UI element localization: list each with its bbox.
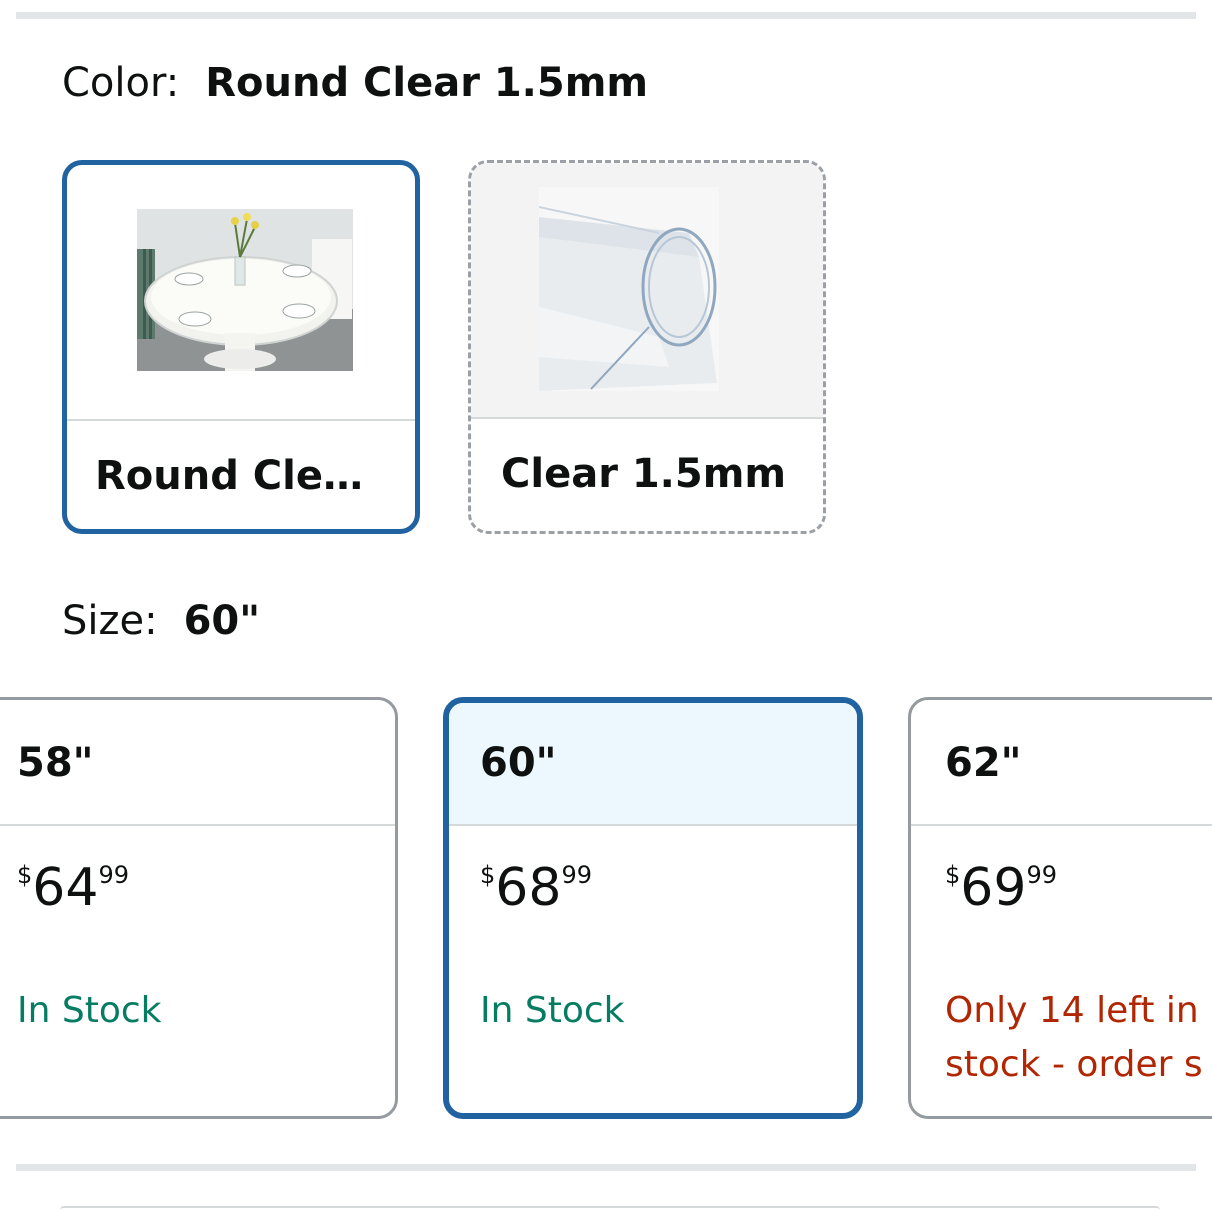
color-label: Color: xyxy=(62,60,180,106)
size-option-62[interactable]: 62" $6999 Only 14 left in stock - order s xyxy=(908,697,1212,1119)
color-label-row: Color: Round Clear 1.5mm xyxy=(62,60,648,106)
availability-line-1: Only 14 left in xyxy=(945,990,1199,1031)
size-label-row: Size: 60" xyxy=(62,598,260,644)
availability-text: In Stock xyxy=(17,990,162,1031)
top-divider xyxy=(16,12,1196,19)
swatch-separator xyxy=(67,419,415,421)
bottom-divider xyxy=(16,1164,1196,1171)
round-table-photo-icon xyxy=(137,209,353,371)
price-symbol: $ xyxy=(945,861,961,889)
availability-text: Only 14 left in stock - order s xyxy=(945,984,1203,1092)
size-option-name: 58" xyxy=(17,740,94,786)
size-option-price: $6899 xyxy=(480,858,592,918)
price-whole: 64 xyxy=(32,858,99,918)
price-cents: 99 xyxy=(561,861,592,889)
color-selected-value: Round Clear 1.5mm xyxy=(205,60,649,106)
color-swatch-clear[interactable]: Clear 1.5mm xyxy=(468,160,826,534)
price-cents: 99 xyxy=(98,861,129,889)
color-swatch-label: Round Clea… xyxy=(95,453,387,499)
size-card-separator xyxy=(0,824,395,826)
price-cents: 99 xyxy=(1026,861,1057,889)
color-swatch-round-clear[interactable]: Round Clea… xyxy=(62,160,420,534)
availability-text: In Stock xyxy=(480,990,625,1031)
size-label: Size: xyxy=(62,598,158,644)
price-symbol: $ xyxy=(17,861,33,889)
availability-line-2: stock - order s xyxy=(945,1044,1203,1085)
price-symbol: $ xyxy=(480,861,496,889)
price-whole: 68 xyxy=(495,858,562,918)
size-option-60[interactable]: 60" $6899 In Stock xyxy=(443,697,863,1119)
swatch-separator xyxy=(471,417,823,419)
size-card-separator xyxy=(449,824,857,826)
size-selected-value: 60" xyxy=(183,598,261,644)
vinyl-roll-photo-icon xyxy=(539,187,719,391)
size-option-price: $6499 xyxy=(17,858,129,918)
next-section-edge xyxy=(60,1206,1160,1210)
size-option-name: 62" xyxy=(945,740,1022,786)
round-table-cover-image xyxy=(67,165,415,419)
size-option-price: $6999 xyxy=(945,858,1057,918)
clear-vinyl-roll-image xyxy=(471,163,823,417)
size-card-separator xyxy=(911,824,1212,826)
size-option-58[interactable]: 58" $6499 In Stock xyxy=(0,697,398,1119)
price-whole: 69 xyxy=(960,858,1027,918)
color-swatch-label: Clear 1.5mm xyxy=(501,451,787,497)
size-option-name: 60" xyxy=(480,740,557,786)
